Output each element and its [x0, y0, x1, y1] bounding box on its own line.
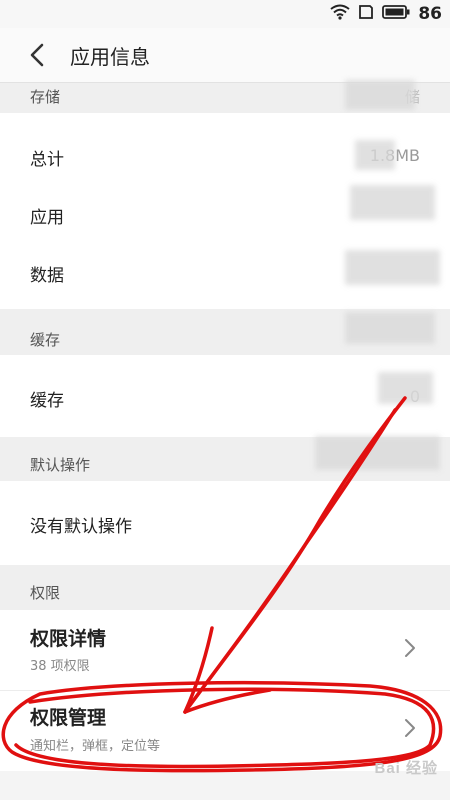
- storage-data-label: 数据: [30, 266, 64, 286]
- status-icons: 86: [330, 3, 442, 25]
- section-permissions-label: 权限: [30, 584, 61, 602]
- permission-manage-subtitle: 通知栏，弹框，定位等: [30, 739, 161, 754]
- status-bar: 86: [0, 0, 450, 28]
- section-storage-label: 存储: [30, 88, 61, 106]
- default-ops-row[interactable]: 没有默认操作: [0, 481, 450, 565]
- battery-icon: [382, 4, 410, 24]
- redacted-area: [345, 312, 435, 344]
- redacted-area: [345, 250, 440, 285]
- permission-details-row[interactable]: 权限详情 38 项权限: [0, 610, 450, 690]
- permission-details-title: 权限详情: [30, 628, 107, 650]
- redacted-area: [345, 80, 415, 110]
- chevron-right-icon: [405, 639, 415, 657]
- cache-row-label: 缓存: [30, 391, 64, 411]
- section-permissions: 权限: [0, 565, 450, 610]
- permission-manage-title: 权限管理: [30, 707, 107, 729]
- default-ops-row-label: 没有默认操作: [30, 517, 132, 537]
- battery-level: 86: [418, 4, 442, 24]
- watermark-logo: Bai 经验: [374, 760, 438, 777]
- back-arrow-icon: [30, 43, 44, 67]
- sim-icon: [358, 4, 374, 24]
- storage-total-label: 总计: [30, 150, 64, 170]
- redacted-area: [355, 140, 395, 170]
- redacted-area: [350, 185, 435, 220]
- section-cache-label: 缓存: [30, 331, 61, 349]
- permission-details-subtitle: 38 项权限: [30, 659, 90, 674]
- page-title: 应用信息: [70, 45, 150, 69]
- section-default-ops-label: 默认操作: [30, 456, 91, 474]
- app-bar: 应用信息: [0, 28, 450, 83]
- wifi-icon: [330, 4, 350, 24]
- storage-app-label: 应用: [30, 208, 64, 228]
- redacted-area: [378, 372, 433, 404]
- back-button[interactable]: [22, 40, 52, 70]
- redacted-area: [315, 436, 440, 470]
- chevron-right-icon: [405, 719, 415, 737]
